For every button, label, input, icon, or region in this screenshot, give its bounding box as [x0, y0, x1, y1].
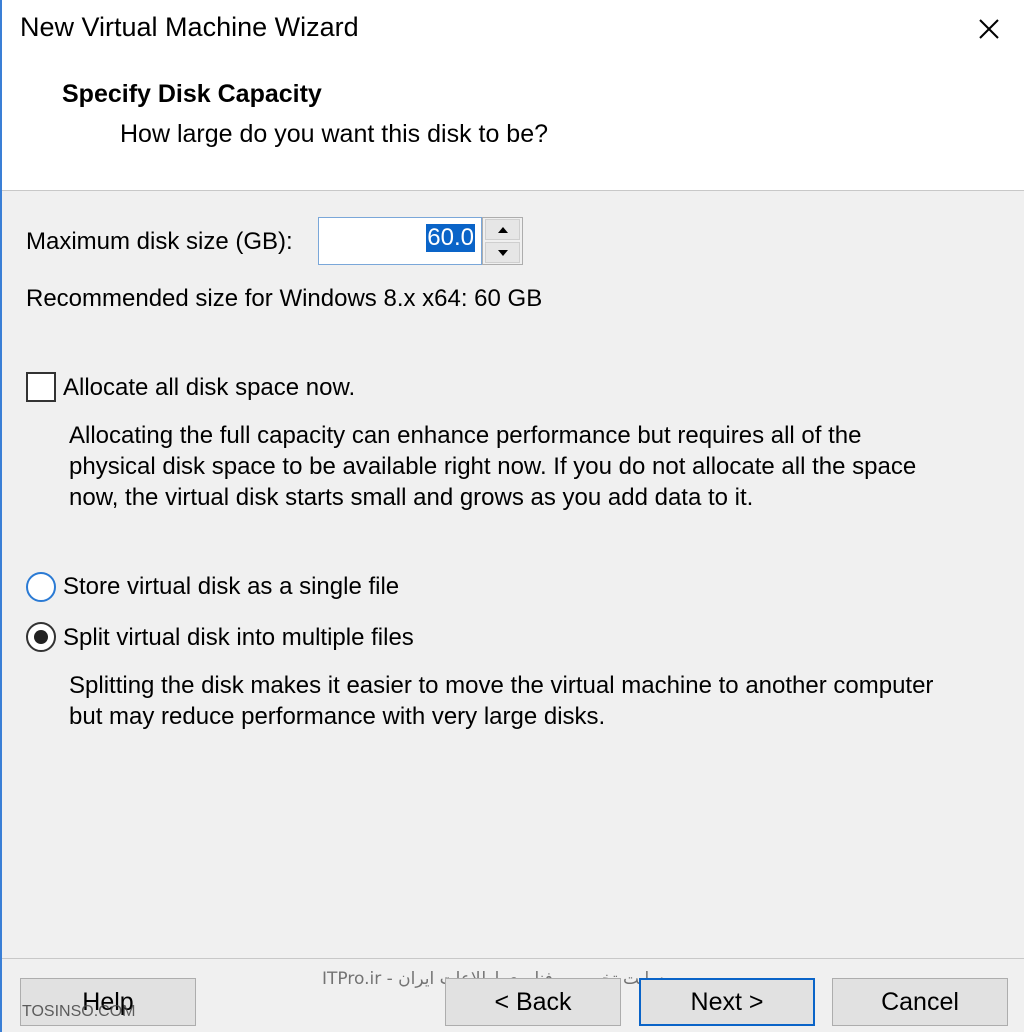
single-file-radio[interactable]: [26, 572, 56, 602]
wizard-window: New Virtual Machine Wizard Specify Disk …: [0, 0, 1024, 1032]
radio-selected-dot: [34, 630, 48, 644]
spin-down-button[interactable]: [485, 242, 520, 263]
split-description: Splitting the disk makes it easier to mo…: [69, 670, 1009, 732]
split-desc-line: but may reduce performance with very lar…: [69, 703, 606, 730]
allocate-all-label[interactable]: Allocate all disk space now.: [63, 374, 355, 402]
cancel-button[interactable]: Cancel: [832, 978, 1008, 1026]
next-button[interactable]: Next >: [639, 978, 815, 1026]
close-icon: [979, 19, 999, 39]
triangle-down-icon: [497, 249, 508, 256]
single-file-label[interactable]: Store virtual disk as a single file: [63, 573, 399, 601]
allocate-desc-line: now, the virtual disk starts small and g…: [69, 484, 754, 511]
title-bar: New Virtual Machine Wizard: [2, 0, 1024, 58]
disk-size-stepper: [482, 217, 523, 265]
split-desc-line: Splitting the disk makes it easier to mo…: [69, 672, 934, 699]
allocate-desc-line: Allocating the full capacity can enhance…: [69, 422, 862, 449]
spin-up-button[interactable]: [485, 219, 520, 240]
watermark-site: TOSINSO.COM: [22, 1003, 136, 1020]
allocate-desc-line: physical disk space to be available righ…: [69, 453, 917, 480]
wizard-header: Specify Disk Capacity How large do you w…: [2, 58, 1024, 191]
allocate-description: Allocating the full capacity can enhance…: [69, 420, 1009, 513]
close-button[interactable]: [972, 12, 1006, 46]
max-disk-size-label: Maximum disk size (GB):: [26, 228, 293, 255]
recommended-size-text: Recommended size for Windows 8.x x64: 60…: [26, 285, 543, 312]
back-button[interactable]: < Back: [445, 978, 621, 1026]
button-bar: ITPro.ir - وب سایت تخصصی فناوری اطلاعات …: [2, 958, 1024, 1032]
wizard-content: Maximum disk size (GB): 60.0 Recommended…: [2, 191, 1024, 1032]
max-disk-size-value: 60.0: [426, 224, 475, 252]
split-files-radio[interactable]: [26, 622, 56, 652]
page-subtitle: How large do you want this disk to be?: [120, 120, 549, 148]
allocate-all-checkbox[interactable]: [26, 372, 56, 402]
triangle-up-icon: [497, 226, 508, 233]
max-disk-size-input[interactable]: 60.0: [318, 217, 482, 265]
split-files-label[interactable]: Split virtual disk into multiple files: [63, 624, 414, 652]
window-title: New Virtual Machine Wizard: [20, 12, 359, 42]
page-title: Specify Disk Capacity: [62, 80, 322, 108]
